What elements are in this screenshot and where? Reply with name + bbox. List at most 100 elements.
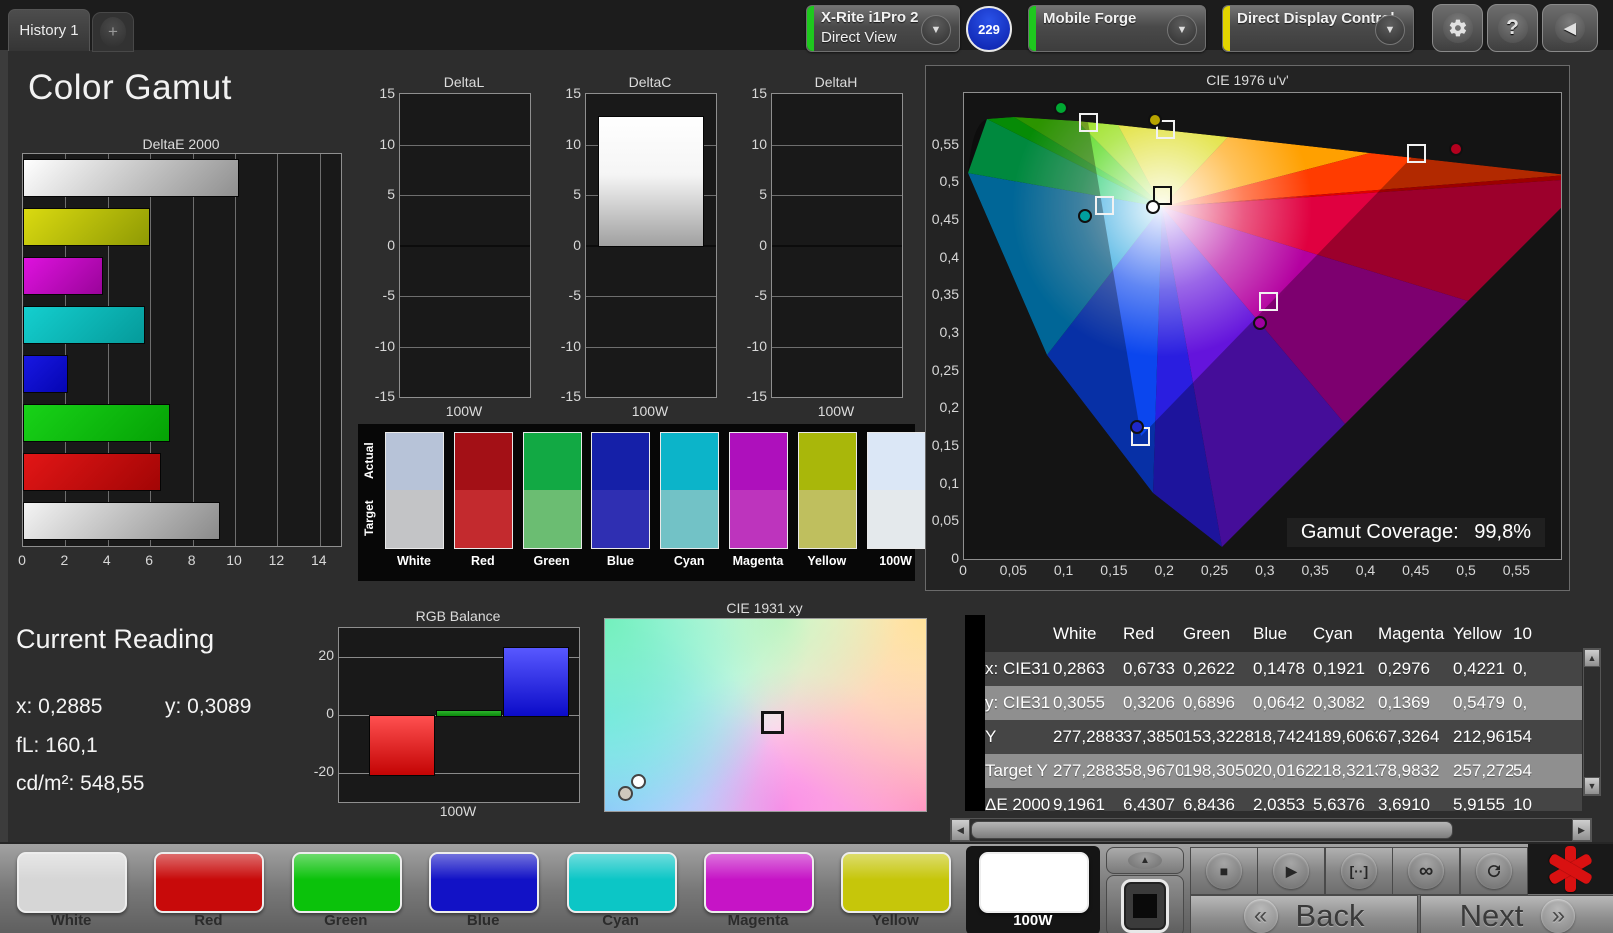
table-cell: 78,9832 [1378, 761, 1440, 780]
delta-chart-deltal: DeltaL 15 10 5 0 -5 -10 -15 100W [363, 74, 533, 424]
delta-e-bar-white [23, 502, 220, 540]
rgb-balance-x-label: 100W [439, 803, 477, 819]
row-label: x: CIE31 [985, 659, 1051, 678]
step-button[interactable]: [··] [1324, 847, 1393, 895]
x-tick-label: 0,4 [1355, 562, 1376, 578]
chart-title: DeltaC [628, 74, 672, 90]
swatch-label: Blue [606, 554, 634, 568]
play-button[interactable]: ▶ [1257, 847, 1326, 895]
window-edge [0, 50, 8, 842]
table-cell: 189,6063 [1313, 727, 1378, 746]
gridline [772, 346, 902, 348]
meter-selector[interactable]: X-Rite i1Pro 2 Direct View ▼ [806, 5, 960, 52]
gridline [772, 144, 902, 146]
reading-y: y: 0,3089 [165, 695, 252, 718]
pattern-label: White [50, 912, 92, 929]
scrollbar-thumb[interactable] [971, 821, 1453, 839]
plus-icon: + [100, 17, 126, 47]
rgb-balance-chart [338, 627, 580, 803]
source-selector[interactable]: Mobile Forge ▼ [1028, 5, 1206, 52]
table-vertical-scrollbar[interactable]: ▲ ▼ [1583, 648, 1601, 796]
settings-button[interactable] [1432, 4, 1483, 52]
swatch-actual [454, 433, 512, 490]
gridline [277, 154, 279, 546]
stop-button[interactable]: ■ [1190, 847, 1258, 895]
swatch-target [730, 490, 787, 548]
measurement-table: White Red Green Blue Cyan Magenta Yellow 10 x: C… [965, 615, 1582, 811]
pattern-button-white[interactable]: White [4, 846, 138, 933]
chevron-down-icon[interactable]: ▼ [921, 14, 951, 45]
table-cell: 0, [1513, 693, 1528, 712]
row-gutter [965, 720, 985, 754]
pattern-window-button[interactable] [1106, 875, 1184, 933]
measured-point [617, 786, 633, 802]
back-button[interactable]: « Back [1190, 895, 1418, 933]
table-cell: 198,3050 [1183, 761, 1253, 780]
chevron-down-icon[interactable]: ▼ [1167, 14, 1197, 45]
row-label-actual: Actual [362, 442, 376, 479]
y-tick-label: 5 [759, 186, 767, 202]
swatch-label: 100W [879, 554, 912, 568]
pattern-button-yellow[interactable]: Yellow [828, 846, 962, 933]
loop-button[interactable]: ∞ [1392, 847, 1461, 895]
pattern-button-red[interactable]: Red [141, 846, 275, 933]
x-tick-label: 0,3 [1255, 562, 1275, 578]
swatch-blue [591, 432, 651, 549]
gamut-coverage-readout: Gamut Coverage: 99,8% [1286, 518, 1545, 547]
swatch-gloss [431, 854, 538, 911]
next-button[interactable]: Next » [1420, 895, 1613, 933]
rgb-balance-title: RGB Balance [415, 608, 501, 624]
target-marker-magenta [1258, 291, 1278, 311]
scroll-right-icon[interactable]: ▶ [1572, 819, 1591, 841]
expand-panel-button[interactable]: ▲ [1106, 847, 1184, 874]
pattern-button-cyan[interactable]: Cyan [554, 846, 688, 933]
collapse-panel-button[interactable]: ◀ [1542, 4, 1598, 52]
swatch-gloss [293, 854, 400, 911]
add-tab-button[interactable]: + [92, 12, 134, 52]
help-button[interactable]: ? [1487, 4, 1538, 52]
display-control-selector[interactable]: Direct Display Control ▼ [1222, 5, 1414, 52]
pattern-button-blue[interactable]: Blue [416, 846, 550, 933]
rgb-bar-blue [503, 646, 569, 717]
scroll-up-icon[interactable]: ▲ [1584, 649, 1600, 667]
pattern-swatch [841, 852, 952, 913]
pattern-button-green[interactable]: Green [279, 846, 413, 933]
play-icon: ▶ [1273, 853, 1310, 889]
x-tick-label: 0,15 [1100, 562, 1128, 578]
x-tick-label: 2 [60, 552, 69, 568]
pattern-label: Magenta [727, 912, 789, 929]
swatch-green [522, 432, 582, 549]
y-tick-label: 0,4 [939, 248, 959, 265]
table-cell: 0,5479 [1453, 693, 1505, 712]
status-area [1528, 844, 1613, 894]
y-tick-label: 0,55 [931, 135, 959, 152]
swatch-gloss [980, 854, 1087, 911]
gridline [772, 296, 902, 297]
column-header: Green [1183, 623, 1231, 643]
chevron-double-right-icon: » [1541, 899, 1576, 933]
y-tick-label: 0,5 [939, 173, 959, 190]
scroll-left-icon[interactable]: ◀ [951, 819, 970, 841]
x-tick-label: 4 [102, 552, 111, 568]
gridline [400, 195, 530, 196]
gamut-markers [964, 93, 1561, 559]
y-tick-label: 0,3 [939, 324, 959, 341]
pattern-button-magenta[interactable]: Magenta [691, 846, 825, 933]
table-cell: 0,3206 [1123, 693, 1175, 712]
column-header: 10 [1513, 623, 1532, 643]
refresh-button[interactable] [1459, 847, 1528, 895]
pattern-button-100w[interactable]: 100W [965, 846, 1100, 933]
tab-history-1[interactable]: History 1 [8, 9, 90, 51]
measured-point [630, 773, 646, 789]
y-tick-label: 5 [387, 186, 395, 202]
scroll-down-icon[interactable]: ▼ [1584, 777, 1600, 795]
swatch-target [523, 490, 581, 548]
table-horizontal-scrollbar[interactable]: ◀ ▶ [950, 818, 1592, 842]
swatch-cyan [660, 432, 720, 549]
swatch-target [592, 490, 650, 548]
swatch-label: Cyan [673, 554, 705, 568]
page-title: Color Gamut [28, 68, 232, 107]
pattern-label: Yellow [872, 912, 919, 929]
chevron-down-icon[interactable]: ▼ [1375, 14, 1405, 45]
table-cell: 9,1961 [1053, 795, 1105, 811]
